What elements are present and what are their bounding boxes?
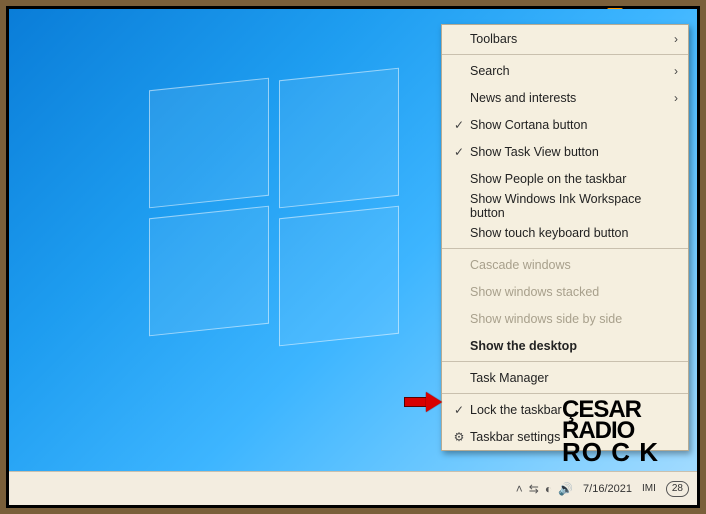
taskbar-context-menu: Toolbars› Search› News and interests› ✓S… (441, 24, 689, 451)
volume-icon[interactable]: 🔊 (558, 482, 573, 496)
menu-show-cortana[interactable]: ✓Show Cortana button (442, 111, 688, 138)
chevron-right-icon: › (674, 32, 678, 46)
chevron-right-icon: › (674, 64, 678, 78)
checkmark-icon: ✓ (448, 403, 470, 417)
menu-stacked-windows: Show windows stacked (442, 278, 688, 305)
menu-cascade-windows: Cascade windows (442, 251, 688, 278)
menu-show-desktop[interactable]: Show the desktop (442, 332, 688, 359)
system-tray[interactable]: ˄ ⇆ ◐ 🔊 (516, 482, 573, 496)
menu-separator (442, 248, 688, 249)
menu-separator (442, 54, 688, 55)
checkmark-icon: ✓ (448, 118, 470, 132)
windows-logo-wallpaper (149, 84, 409, 344)
menu-show-taskview[interactable]: ✓Show Task View button (442, 138, 688, 165)
menu-separator (442, 361, 688, 362)
menu-news-interests[interactable]: News and interests› (442, 84, 688, 111)
windows-desktop[interactable]: Toolbars› Search› News and interests› ✓S… (9, 9, 697, 505)
menu-separator (442, 393, 688, 394)
menu-task-manager[interactable]: Task Manager (442, 364, 688, 391)
menu-show-people[interactable]: Show People on the taskbar (442, 165, 688, 192)
ime-indicator[interactable]: IMI (642, 483, 656, 494)
taskbar-date[interactable]: 7/16/2021 (583, 483, 632, 495)
menu-side-by-side: Show windows side by side (442, 305, 688, 332)
checkmark-icon: ✓ (448, 145, 470, 159)
wifi-icon[interactable]: ◐ (545, 482, 552, 496)
tray-up-icon[interactable]: ˄ (516, 482, 523, 496)
menu-taskbar-settings[interactable]: ⚙Taskbar settings (442, 423, 688, 450)
menu-lock-taskbar[interactable]: ✓Lock the taskbar (442, 396, 688, 423)
menu-show-touch-keyboard[interactable]: Show touch keyboard button (442, 219, 688, 246)
red-arrow-annotation (404, 392, 444, 412)
gear-icon: ⚙ (448, 430, 470, 444)
menu-toolbars[interactable]: Toolbars› (442, 25, 688, 52)
menu-search[interactable]: Search› (442, 57, 688, 84)
notification-badge[interactable]: 28 (666, 481, 689, 497)
chevron-right-icon: › (674, 91, 678, 105)
menu-show-ink[interactable]: Show Windows Ink Workspace button (442, 192, 688, 219)
taskbar[interactable]: ˄ ⇆ ◐ 🔊 7/16/2021 IMI 28 (9, 471, 697, 505)
network-icon[interactable]: ⇆ (529, 482, 539, 496)
